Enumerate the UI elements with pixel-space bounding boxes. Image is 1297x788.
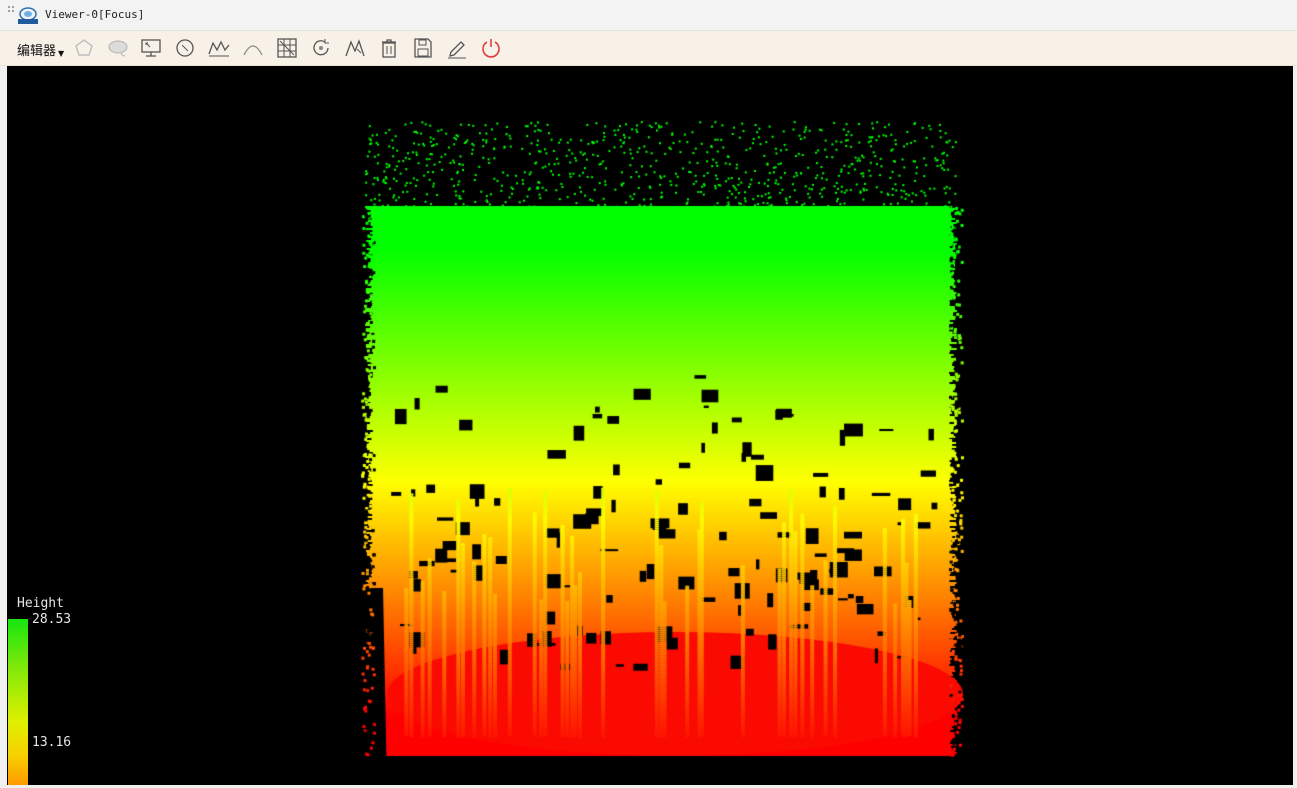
circle-select-icon xyxy=(176,39,194,57)
window-title: Viewer-0[Focus] xyxy=(45,8,145,21)
legend-title: Height xyxy=(17,596,64,611)
lasso-cloud-icon xyxy=(108,40,128,57)
edit-pen-icon xyxy=(448,41,466,59)
peaks-icon xyxy=(208,40,230,57)
screen-select-button[interactable] xyxy=(139,36,163,60)
legend-mid-value: 13.16 xyxy=(32,735,72,750)
editor-menu-label: 编辑器 xyxy=(17,44,57,59)
exit-button[interactable] xyxy=(479,36,503,60)
edit-button[interactable] xyxy=(445,36,469,60)
lasso-select-button[interactable] xyxy=(106,36,130,60)
polygon-icon xyxy=(75,39,93,56)
drag-grip-icon[interactable] xyxy=(8,6,18,16)
editor-menu[interactable]: 编辑器 ▼ xyxy=(17,40,64,59)
polygon-select-button[interactable] xyxy=(72,36,96,60)
trash-icon xyxy=(382,39,396,58)
rotate-button[interactable] xyxy=(309,36,333,60)
legend-color-bar xyxy=(8,619,28,785)
app-logo-icon xyxy=(18,7,38,25)
toolbar: 编辑器 ▼ xyxy=(0,31,1297,66)
ground-peaks-button[interactable] xyxy=(207,36,231,60)
power-icon xyxy=(482,39,500,58)
dropdown-caret-icon: ▼ xyxy=(58,49,65,58)
save-icon xyxy=(414,38,432,58)
monitor-icon xyxy=(141,39,161,57)
legend-max-value: 28.53 xyxy=(32,612,72,627)
save-button[interactable] xyxy=(411,36,435,60)
arc-button[interactable] xyxy=(241,36,265,60)
title-bar: Viewer-0[Focus] xyxy=(0,0,1297,31)
tree-profile-icon xyxy=(345,39,365,57)
arc-icon xyxy=(243,45,263,56)
rotate-icon xyxy=(313,39,329,56)
tree-profile-button[interactable] xyxy=(343,36,367,60)
point-cloud-canvas[interactable] xyxy=(7,66,1293,785)
grid-button[interactable] xyxy=(275,36,299,60)
delete-button[interactable] xyxy=(377,36,401,60)
grid-icon xyxy=(277,38,297,58)
circle-select-button[interactable] xyxy=(173,36,197,60)
point-cloud-viewport[interactable]: Height 28.53 13.16 xyxy=(7,66,1293,785)
